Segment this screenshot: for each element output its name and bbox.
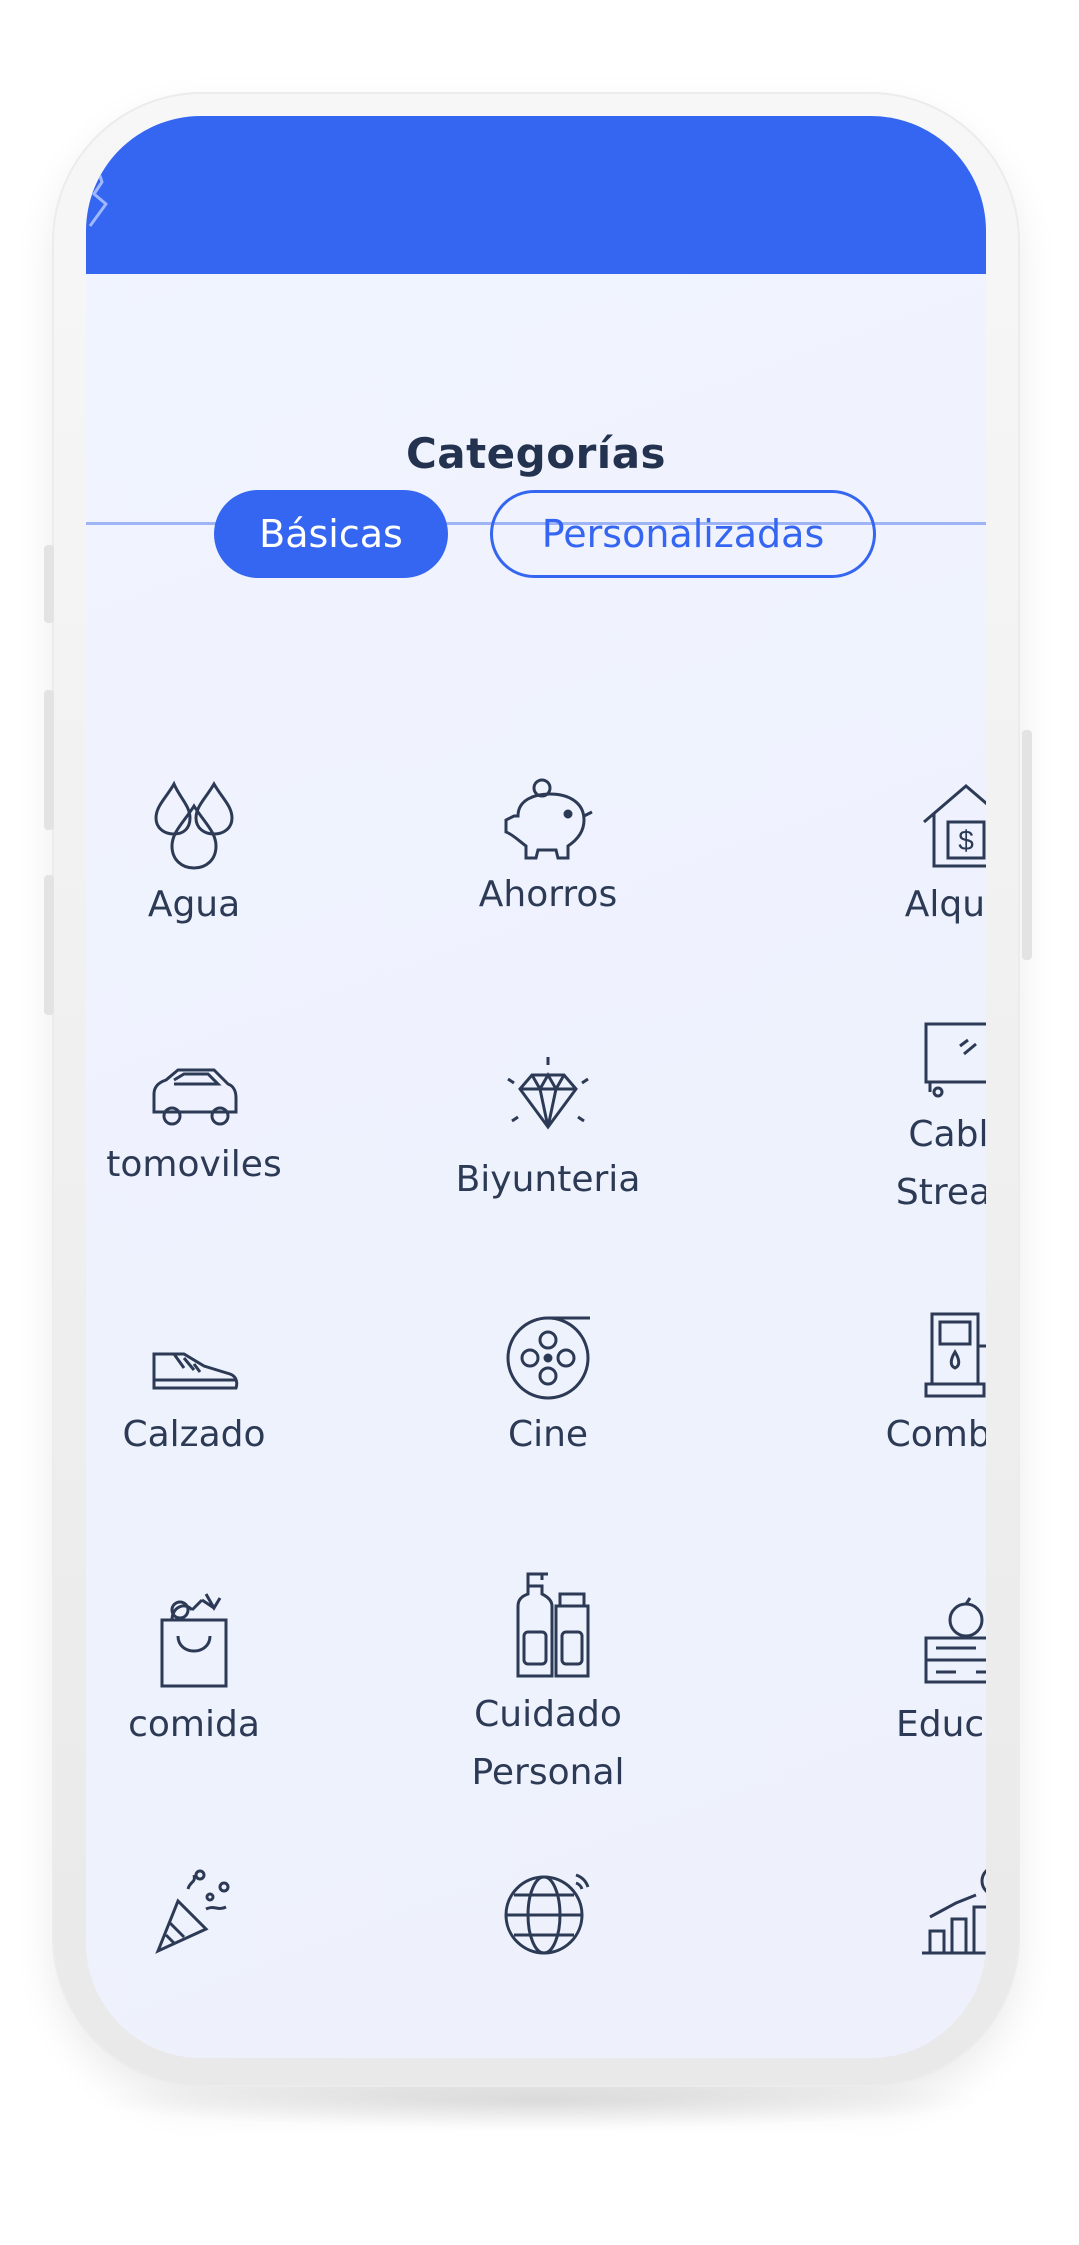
category-label: Ahorros [478,874,618,915]
category-inversiones[interactable] [836,1861,986,1961]
category-calzado[interactable]: Calzado [86,1326,324,1464]
tv-icon [924,1022,986,1098]
house-dollar-icon: $ [923,784,986,868]
category-label: Agua [147,884,241,925]
category-educacion[interactable]: Educaci [836,1596,986,1754]
sneaker-icon [152,1352,239,1390]
phone-volume-down-button [44,875,54,1015]
diamond-icon [507,1057,589,1130]
growth-chart-icon [922,1869,986,1955]
globe-wifi-icon [504,1873,590,1955]
film-reel-icon [506,1316,590,1400]
category-label: comida [128,1704,260,1745]
water-drops-icon [154,780,234,870]
phone-side-button [44,545,54,623]
category-cuidado-personal[interactable]: Cuidado Personal [418,1566,678,1802]
category-grid: Agua Ahorros $ Alquile [86,116,986,2058]
personal-care-bottles-icon [516,1572,590,1678]
category-label: Combust [885,1414,986,1455]
car-icon [152,1068,238,1126]
category-label: Alquile [904,884,986,925]
category-label: Calzado [122,1414,266,1455]
category-combustible[interactable]: Combust [836,1306,986,1464]
category-label: Cine [507,1414,589,1455]
svg-text:$: $ [958,825,974,856]
category-ahorros[interactable]: Ahorros [418,776,678,924]
category-agua[interactable]: Agua [86,776,324,934]
category-label: Cable- Streami [895,1114,986,1213]
phone-volume-up-button [44,690,54,830]
category-automoviles[interactable]: tomoviles [86,1056,324,1194]
category-label: Cuidado Personal [471,1694,625,1793]
category-alquiler[interactable]: $ Alquile [836,776,986,934]
books-apple-icon [924,1597,986,1684]
fuel-pump-icon [924,1312,986,1398]
app-screen: Categorías Básicas Personalizadas Agua A… [86,116,986,2058]
category-cine[interactable]: Cine [418,1306,678,1464]
phone-power-button [1022,730,1032,960]
category-cable-streaming[interactable]: Cable- Streami [836,1016,986,1222]
category-label: tomoviles [106,1144,282,1185]
party-popper-icon [155,1869,230,1954]
piggy-bank-icon [504,778,593,860]
category-internet[interactable] [418,1861,678,1961]
category-comida[interactable]: comida [86,1586,324,1754]
grocery-bag-icon [160,1593,228,1688]
category-label: Educaci [895,1704,986,1745]
category-label: Biyunteria [455,1159,641,1200]
category-biyunteria[interactable]: Biyunteria [418,1051,678,1209]
category-fiestas[interactable] [86,1861,324,1961]
